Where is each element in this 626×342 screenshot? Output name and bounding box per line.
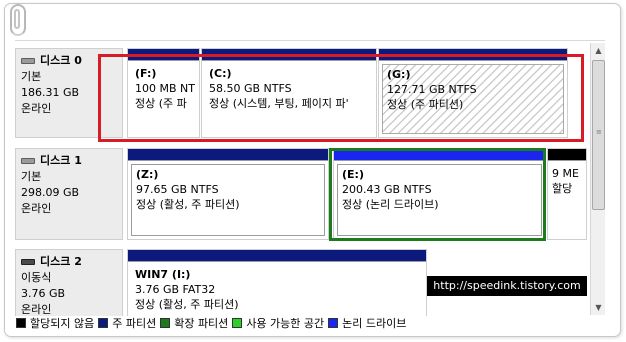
vertical-scrollbar[interactable]: ▲ ≡ ▼ — [590, 43, 605, 315]
paperclip-inner-icon — [14, 9, 20, 29]
partition-i[interactable]: WIN7 (I:) 3.76 GB FAT32 정상 (활성, 주 파티션) — [127, 249, 427, 316]
removable-disk-icon — [21, 259, 35, 265]
partition-detail: 9 ME — [552, 167, 579, 180]
unallocated-swatch — [16, 318, 26, 328]
partition-unallocated[interactable]: 9 ME 할당 — [547, 148, 587, 240]
unallocated-bar — [548, 149, 586, 161]
disk-status: 온라인 — [21, 202, 52, 215]
disk-label: 디스크 0 — [40, 54, 82, 67]
disk-info-1[interactable]: 디스크 1 기본 298.09 GB 온라인 — [15, 148, 123, 240]
highlight-green-box — [329, 148, 546, 241]
disk-size: 298.09 GB — [21, 186, 80, 199]
partition-status: 정상 (활성, 주 파티션) — [136, 198, 240, 211]
primary-partition-bar — [128, 149, 328, 161]
primary-partition-bar — [128, 250, 426, 262]
partition-detail: 3.76 GB FAT32 — [135, 283, 216, 296]
legend-label: 논리 드라이브 — [342, 317, 407, 330]
legend-label: 사용 가능한 공간 — [246, 317, 325, 330]
scroll-down-icon[interactable]: ▼ — [591, 300, 606, 315]
legend-label: 할당되지 않음 — [30, 317, 95, 330]
legend: 할당되지 않음 주 파티션 확장 파티션 사용 가능한 공간 논리 드라이브 — [16, 316, 596, 330]
partition-status: 할당 — [552, 182, 573, 195]
legend-label: 주 파티션 — [112, 317, 157, 330]
disk-status: 온라인 — [21, 303, 52, 316]
disk-label: 디스크 1 — [40, 154, 82, 167]
partition-body: (Z:) 97.65 GB NTFS 정상 (활성, 주 파티션) — [131, 164, 325, 236]
highlight-red-box — [98, 54, 584, 142]
extended-swatch — [160, 318, 171, 328]
partition-z[interactable]: (Z:) 97.65 GB NTFS 정상 (활성, 주 파티션) — [127, 148, 329, 240]
partition-letter: WIN7 (I:) — [135, 268, 191, 281]
scroll-up-icon[interactable]: ▲ — [591, 43, 606, 58]
disk-type: 이동식 — [21, 271, 52, 284]
disk-info-2[interactable]: 디스크 2 이동식 3.76 GB 온라인 — [15, 249, 123, 316]
partition-status: 정상 (활성, 주 파티션) — [135, 298, 239, 311]
disk-name: 디스크 1 — [21, 153, 117, 169]
primary-swatch — [98, 318, 109, 328]
hard-disk-icon — [21, 158, 35, 164]
disk-label: 디스크 2 — [40, 255, 82, 268]
partition-body: 9 ME 할당 — [551, 164, 583, 236]
hard-disk-icon — [21, 58, 35, 64]
partition-body: WIN7 (I:) 3.76 GB FAT32 정상 (활성, 주 파티션) — [131, 265, 423, 315]
partition-letter: (Z:) — [136, 168, 159, 181]
legend-label: 확장 파티션 — [174, 317, 229, 330]
scroll-thumb[interactable]: ≡ — [592, 60, 605, 210]
partition-detail: 97.65 GB NTFS — [136, 183, 219, 196]
disk-type: 기본 — [21, 170, 42, 183]
logical-swatch — [328, 318, 339, 328]
disk-name: 디스크 2 — [21, 254, 117, 270]
free-space-swatch — [232, 318, 243, 328]
grip-icon: ≡ — [596, 128, 602, 136]
watermark-url: http://speedink.tistory.com — [427, 276, 587, 296]
disk-size: 3.76 GB — [21, 287, 66, 300]
